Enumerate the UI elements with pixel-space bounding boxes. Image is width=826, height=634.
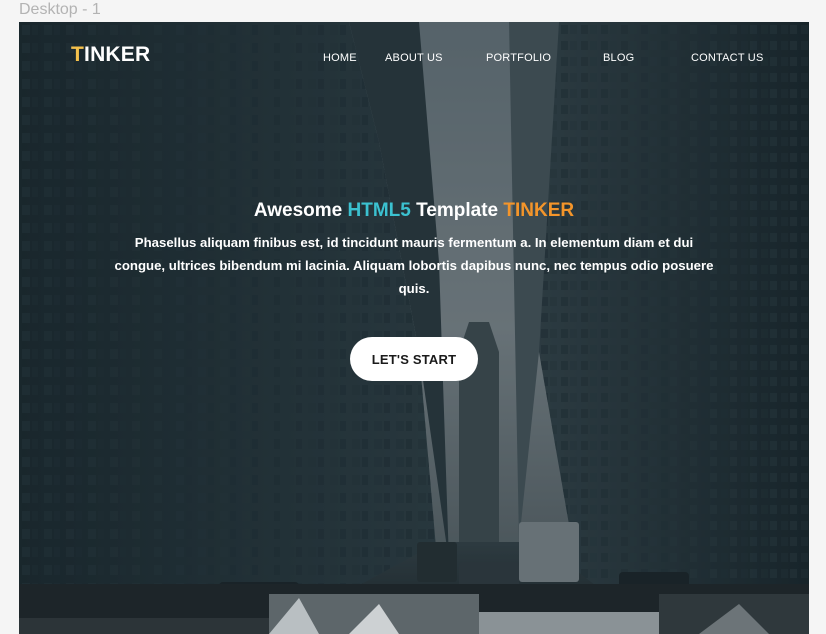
top-navigation: TINKER HOME ABOUT US PORTFOLIO BLOG CONT… bbox=[19, 22, 809, 92]
canvas-frame-label: Desktop - 1 bbox=[19, 1, 101, 18]
hero-title: Awesome HTML5 Template TINKER bbox=[19, 200, 809, 222]
nav-item-about-us[interactable]: ABOUT US bbox=[385, 52, 443, 64]
hero-dark-overlay bbox=[19, 22, 809, 634]
nav-item-blog[interactable]: BLOG bbox=[603, 52, 634, 64]
nav-item-portfolio[interactable]: PORTFOLIO bbox=[486, 52, 551, 64]
lets-start-button[interactable]: LET'S START bbox=[350, 337, 478, 381]
logo-text: INKER bbox=[84, 43, 151, 66]
hero-section: Awesome HTML5 Template TINKER Phasellus … bbox=[19, 200, 809, 300]
logo-accent-letter: T bbox=[71, 43, 85, 66]
hero-title-html5: HTML5 bbox=[347, 200, 411, 221]
hero-title-brand: TINKER bbox=[503, 200, 575, 221]
hero-title-word-3: Template bbox=[416, 200, 499, 221]
next-section-preview bbox=[19, 584, 809, 634]
brand-logo[interactable]: TINKER bbox=[71, 43, 150, 67]
hero-title-word-1: Awesome bbox=[253, 200, 343, 221]
desktop-frame: TINKER HOME ABOUT US PORTFOLIO BLOG CONT… bbox=[19, 22, 809, 634]
hero-description: Phasellus aliquam finibus est, id tincid… bbox=[114, 235, 714, 296]
nav-item-home[interactable]: HOME bbox=[323, 52, 357, 64]
nav-item-contact-us[interactable]: CONTACT US bbox=[691, 52, 764, 64]
